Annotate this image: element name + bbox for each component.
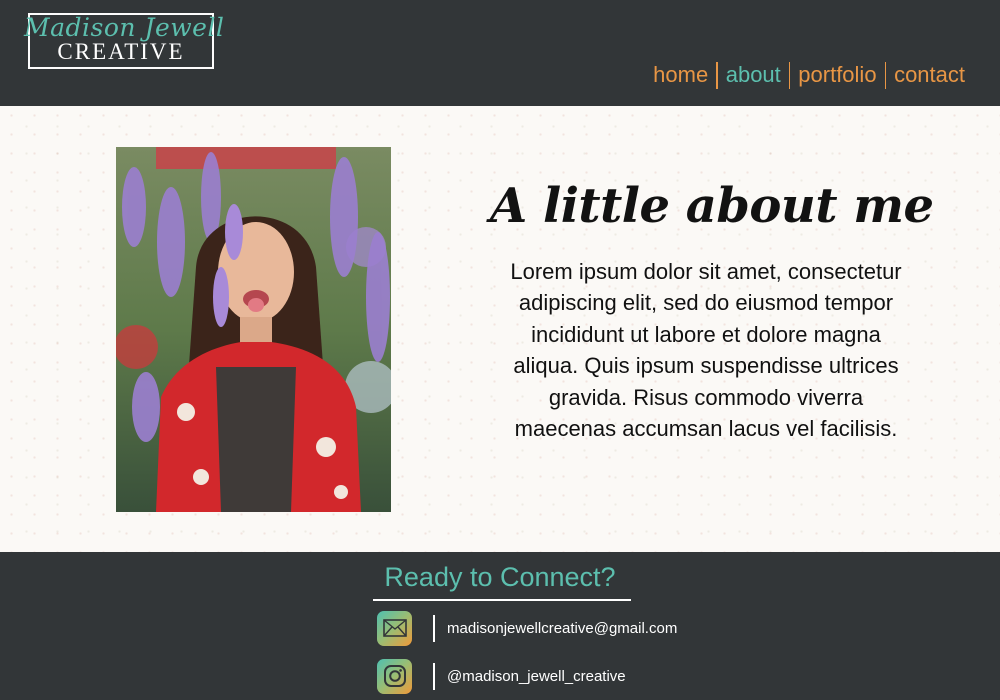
main-nav: home about portfolio contact	[645, 60, 973, 90]
profile-photo	[116, 147, 391, 512]
email-contact[interactable]: madisonjewellcreative@gmail.com	[377, 608, 677, 648]
instagram-contact[interactable]: @madison_jewell_creative	[377, 656, 626, 696]
contact-divider	[433, 662, 435, 690]
connect-title: Ready to Connect?	[384, 562, 616, 592]
nav-portfolio[interactable]: portfolio	[790, 60, 884, 90]
about-body: Lorem ipsum dolor sit amet, consectetur …	[510, 259, 902, 442]
nav-contact[interactable]: contact	[886, 60, 973, 90]
about-title: A little about me	[490, 178, 934, 234]
envelope-icon[interactable]	[377, 610, 412, 646]
nav-home[interactable]: home	[645, 60, 716, 90]
contact-divider	[433, 614, 435, 642]
brand-logo-script: Madison Jewell	[24, 13, 225, 42]
site-header: Madison Jewell CREATIVE home about portf…	[0, 0, 1000, 106]
connect-underline	[373, 599, 631, 601]
brand-logo-word: CREATIVE	[57, 39, 185, 64]
email-address[interactable]: madisonjewellcreative@gmail.com	[447, 620, 677, 637]
instagram-icon[interactable]	[377, 658, 412, 694]
site-footer: Ready to Connect? madisonjewellcreative@…	[0, 552, 1000, 700]
instagram-handle[interactable]: @madison_jewell_creative	[447, 668, 626, 685]
brand-logo[interactable]: Madison Jewell CREATIVE	[24, 13, 224, 69]
nav-about[interactable]: about	[718, 60, 789, 90]
about-section: A little about me Lorem ipsum dolor sit …	[0, 106, 1000, 552]
